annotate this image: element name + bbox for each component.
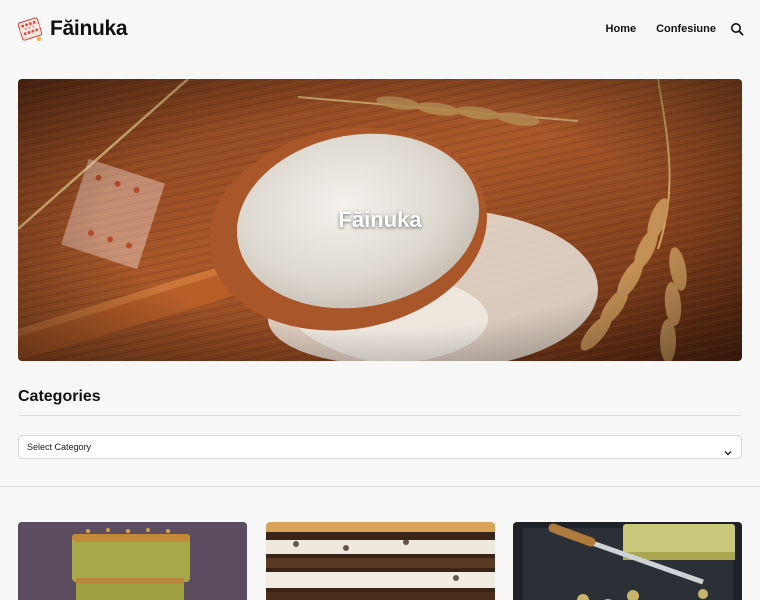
logo-icon: [16, 15, 44, 43]
post-thumbnail: [18, 522, 247, 600]
categories-heading: Categories: [18, 388, 101, 405]
post-card-2[interactable]: [266, 522, 495, 600]
post-card-1[interactable]: [18, 522, 247, 600]
site-title: Făinuka: [50, 17, 128, 40]
hero-banner: Făinuka: [18, 79, 742, 361]
main-nav: Home Confesiune: [606, 22, 744, 36]
chevron-down-icon: [724, 444, 732, 456]
site-header: Făinuka Home Confesiune: [0, 0, 760, 62]
site-logo[interactable]: Făinuka: [16, 15, 128, 43]
hero-title: Făinuka: [338, 207, 422, 232]
nav-confesiune-link[interactable]: Confesiune: [656, 23, 716, 35]
search-icon[interactable]: [730, 22, 744, 36]
post-thumbnail: [266, 522, 495, 600]
category-select-value: Select Category: [27, 442, 92, 452]
post-card-3[interactable]: [513, 522, 742, 600]
post-thumbnail: [513, 522, 742, 600]
nav-home-link[interactable]: Home: [606, 23, 637, 35]
section-divider: [0, 486, 760, 487]
divider: [18, 415, 742, 416]
category-select[interactable]: Select Category: [18, 435, 742, 459]
